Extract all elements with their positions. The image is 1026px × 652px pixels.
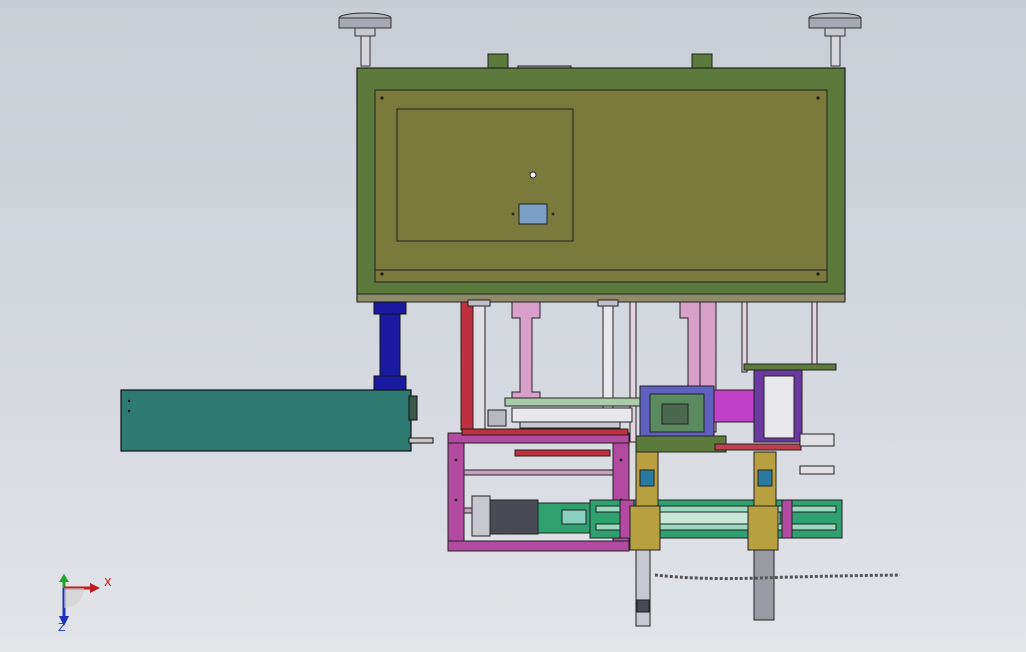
actuator-left[interactable] [629,451,661,627]
control-box[interactable] [120,389,434,452]
main-cabinet[interactable] [356,53,846,303]
triad-x-label: X [104,576,112,589]
support-column [373,301,407,391]
actuator-right[interactable] [747,451,779,621]
assembly-model[interactable] [0,0,1026,652]
rotary-module[interactable] [635,363,837,475]
triad-y-axis [59,574,69,588]
triad-z-label: Z [58,621,66,634]
leveling-foot-right [808,12,862,67]
leveling-foot-left [338,12,392,67]
cad-viewport[interactable]: X Z [0,0,1026,652]
cable-chain [654,573,901,581]
upper-rail [487,397,641,429]
sight-window [518,203,548,225]
